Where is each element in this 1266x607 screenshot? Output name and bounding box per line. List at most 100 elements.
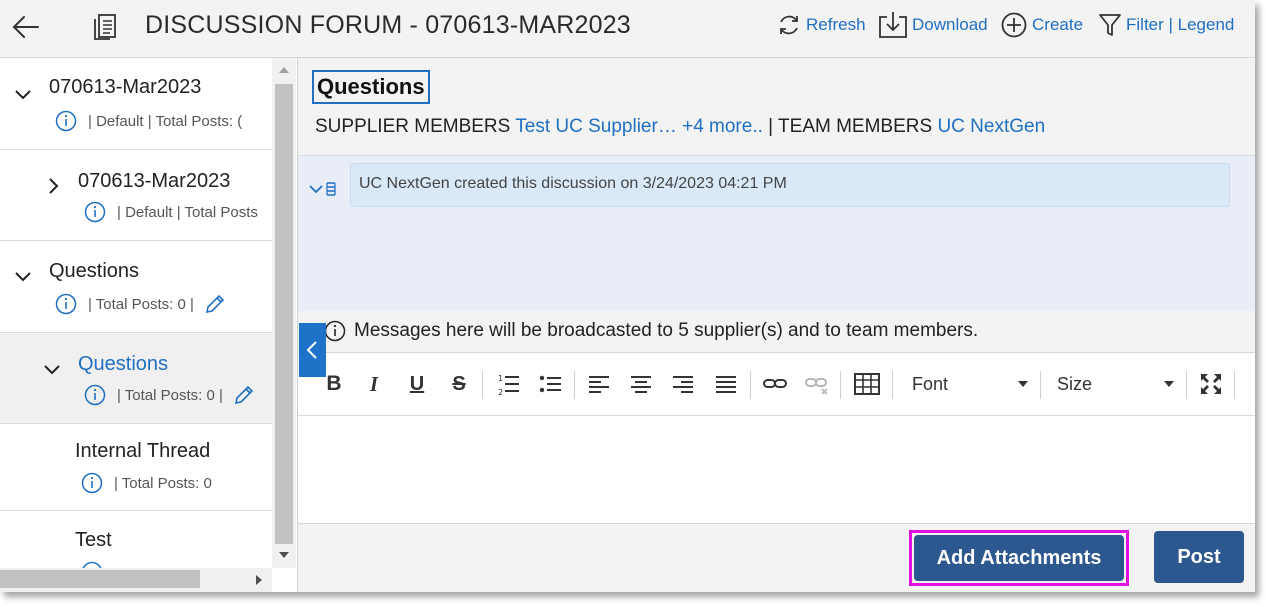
- tree-item-meta: | Default | Total Posts: [84, 201, 258, 223]
- size-select-value: Size: [1057, 373, 1093, 394]
- scroll-up-arrow-icon[interactable]: [278, 66, 290, 74]
- supplier-members-link[interactable]: Test UC Supplier… +4 more..: [515, 116, 763, 137]
- broadcast-text: Messages here will be broadcasted to 5 s…: [354, 320, 979, 341]
- toolbar-separator: [574, 371, 575, 399]
- plus-circle-icon: [1001, 12, 1027, 38]
- system-message: UC NextGen created this discussion on 3/…: [350, 163, 1230, 207]
- info-icon[interactable]: [55, 293, 77, 315]
- collapse-sidebar-tab[interactable]: [299, 323, 326, 377]
- tree-item-questions-parent[interactable]: Questions | Total Posts: 0 |: [0, 241, 272, 333]
- download-button[interactable]: Download: [878, 12, 988, 38]
- info-icon: [324, 320, 346, 342]
- chevron-right-icon[interactable]: [44, 177, 62, 195]
- chevron-down-icon[interactable]: [14, 85, 32, 103]
- italic-button[interactable]: I: [364, 371, 384, 397]
- team-members-link[interactable]: UC NextGen: [937, 116, 1045, 137]
- tree-item-meta: | Total Posts: 0 |: [84, 384, 255, 406]
- tree-item-meta-text: | Default | Total Posts: [117, 203, 258, 221]
- tree-item-070613-mar2023-child[interactable]: 070613-Mar2023 | Default | Total Posts: [0, 150, 272, 241]
- add-attachments-label: Add Attachments: [936, 546, 1102, 569]
- thread-tree: 070613-Mar2023 | Default | Total Posts: …: [0, 58, 272, 568]
- message-editor: B I U S 1 2 Font Size: [298, 352, 1255, 524]
- toolbar-separator: [840, 371, 841, 399]
- tree-item-label: Internal Thread: [75, 440, 211, 462]
- post-label: Post: [1177, 545, 1221, 568]
- broadcast-notice: Messages here will be broadcasted to 5 s…: [324, 320, 978, 342]
- info-icon[interactable]: [84, 201, 106, 223]
- tree-item-meta: | Total Posts: 0: [81, 472, 212, 494]
- create-button[interactable]: Create: [1000, 12, 1083, 38]
- toolbar-separator: [1234, 371, 1235, 399]
- size-select[interactable]: Size: [1057, 371, 1174, 397]
- scroll-right-arrow-icon[interactable]: [255, 574, 263, 586]
- align-right-icon[interactable]: [672, 371, 694, 397]
- app-window: DISCUSSION FORUM - 070613-MAR2023 Refres…: [0, 0, 1255, 592]
- tree-item-label: Questions: [78, 353, 169, 375]
- members-line: SUPPLIER MEMBERS Test UC Supplier… +4 mo…: [315, 116, 1045, 138]
- caret-down-icon: [1164, 381, 1174, 387]
- filter-legend-button[interactable]: Filter | Legend: [1098, 12, 1234, 38]
- filter-legend-label: Filter | Legend: [1126, 15, 1235, 34]
- tree-item-meta-text: | Total Posts: 0: [114, 474, 212, 492]
- team-members-label: | TEAM MEMBERS: [768, 116, 933, 137]
- info-icon[interactable]: [55, 110, 77, 132]
- tree-item-070613-mar2023-root[interactable]: 070613-Mar2023 | Default | Total Posts: …: [0, 58, 272, 150]
- tree-item-test[interactable]: Test: [0, 511, 272, 568]
- align-justify-icon[interactable]: [715, 371, 737, 397]
- create-label: Create: [1032, 15, 1084, 34]
- tree-item-internal-thread[interactable]: Internal Thread | Total Posts: 0: [0, 424, 272, 511]
- toolbar-separator: [750, 371, 751, 399]
- toolbar-separator: [1040, 371, 1041, 399]
- ordered-list-icon[interactable]: 1 2: [497, 371, 521, 397]
- font-select[interactable]: Font: [912, 371, 1028, 397]
- tree-item-label: Test: [75, 529, 112, 551]
- add-attachments-button[interactable]: Add Attachments: [914, 535, 1124, 581]
- back-arrow-icon[interactable]: [10, 12, 42, 42]
- sidebar-vertical-scroll-thumb[interactable]: [275, 84, 293, 544]
- post-button[interactable]: Post: [1154, 531, 1244, 583]
- supplier-members-label: SUPPLIER MEMBERS: [315, 116, 511, 137]
- pencil-edit-icon[interactable]: [204, 293, 226, 315]
- unlink-icon[interactable]: [805, 371, 829, 397]
- strikethrough-button[interactable]: S: [448, 371, 470, 397]
- underline-button[interactable]: U: [406, 371, 428, 397]
- tree-item-meta-text: | Total Posts: 0 |: [88, 295, 194, 313]
- tree-item-questions-selected[interactable]: Questions | Total Posts: 0 |: [0, 333, 272, 424]
- tree-item-meta-text: | Total Posts: 0 |: [117, 386, 223, 404]
- refresh-button[interactable]: Refresh: [776, 12, 866, 38]
- pencil-edit-icon[interactable]: [233, 384, 255, 406]
- forum-document-icon: [94, 14, 116, 40]
- tree-item-label: 070613-Mar2023: [78, 170, 231, 192]
- toolbar-separator: [1186, 371, 1187, 399]
- align-left-icon[interactable]: [588, 371, 610, 397]
- tree-item-label: 070613-Mar2023: [49, 76, 202, 98]
- refresh-label: Refresh: [806, 15, 866, 34]
- align-center-icon[interactable]: [630, 371, 652, 397]
- expand-thread-icon[interactable]: [308, 176, 336, 200]
- chevron-down-icon[interactable]: [14, 267, 32, 285]
- filter-icon: [1099, 14, 1121, 36]
- tree-item-meta: | Total Posts: 0 |: [55, 293, 226, 315]
- sidebar-horizontal-scroll-thumb[interactable]: [0, 570, 200, 588]
- table-icon[interactable]: [854, 371, 880, 397]
- chevron-left-icon: [306, 341, 317, 359]
- info-icon[interactable]: [81, 561, 103, 568]
- fullscreen-icon[interactable]: [1199, 371, 1223, 397]
- unordered-list-icon[interactable]: [539, 371, 563, 397]
- info-icon[interactable]: [84, 384, 106, 406]
- caret-down-icon: [1018, 381, 1028, 387]
- bold-button[interactable]: B: [324, 371, 344, 397]
- page-title: DISCUSSION FORUM - 070613-MAR2023: [145, 11, 631, 39]
- tree-item-label: Questions: [49, 260, 140, 282]
- message-input-area[interactable]: [298, 416, 1255, 521]
- tree-item-meta-text: | Default | Total Posts: (: [88, 112, 243, 130]
- info-icon[interactable]: [81, 472, 103, 494]
- download-icon: [879, 12, 907, 38]
- link-icon[interactable]: [763, 371, 787, 397]
- font-select-value: Font: [912, 373, 949, 394]
- discussion-panel: Questions SUPPLIER MEMBERS Test UC Suppl…: [297, 58, 1255, 592]
- scroll-down-arrow-icon[interactable]: [278, 551, 290, 559]
- svg-text:1: 1: [498, 374, 503, 383]
- toolbar-separator: [892, 371, 893, 399]
- chevron-down-icon[interactable]: [43, 360, 61, 378]
